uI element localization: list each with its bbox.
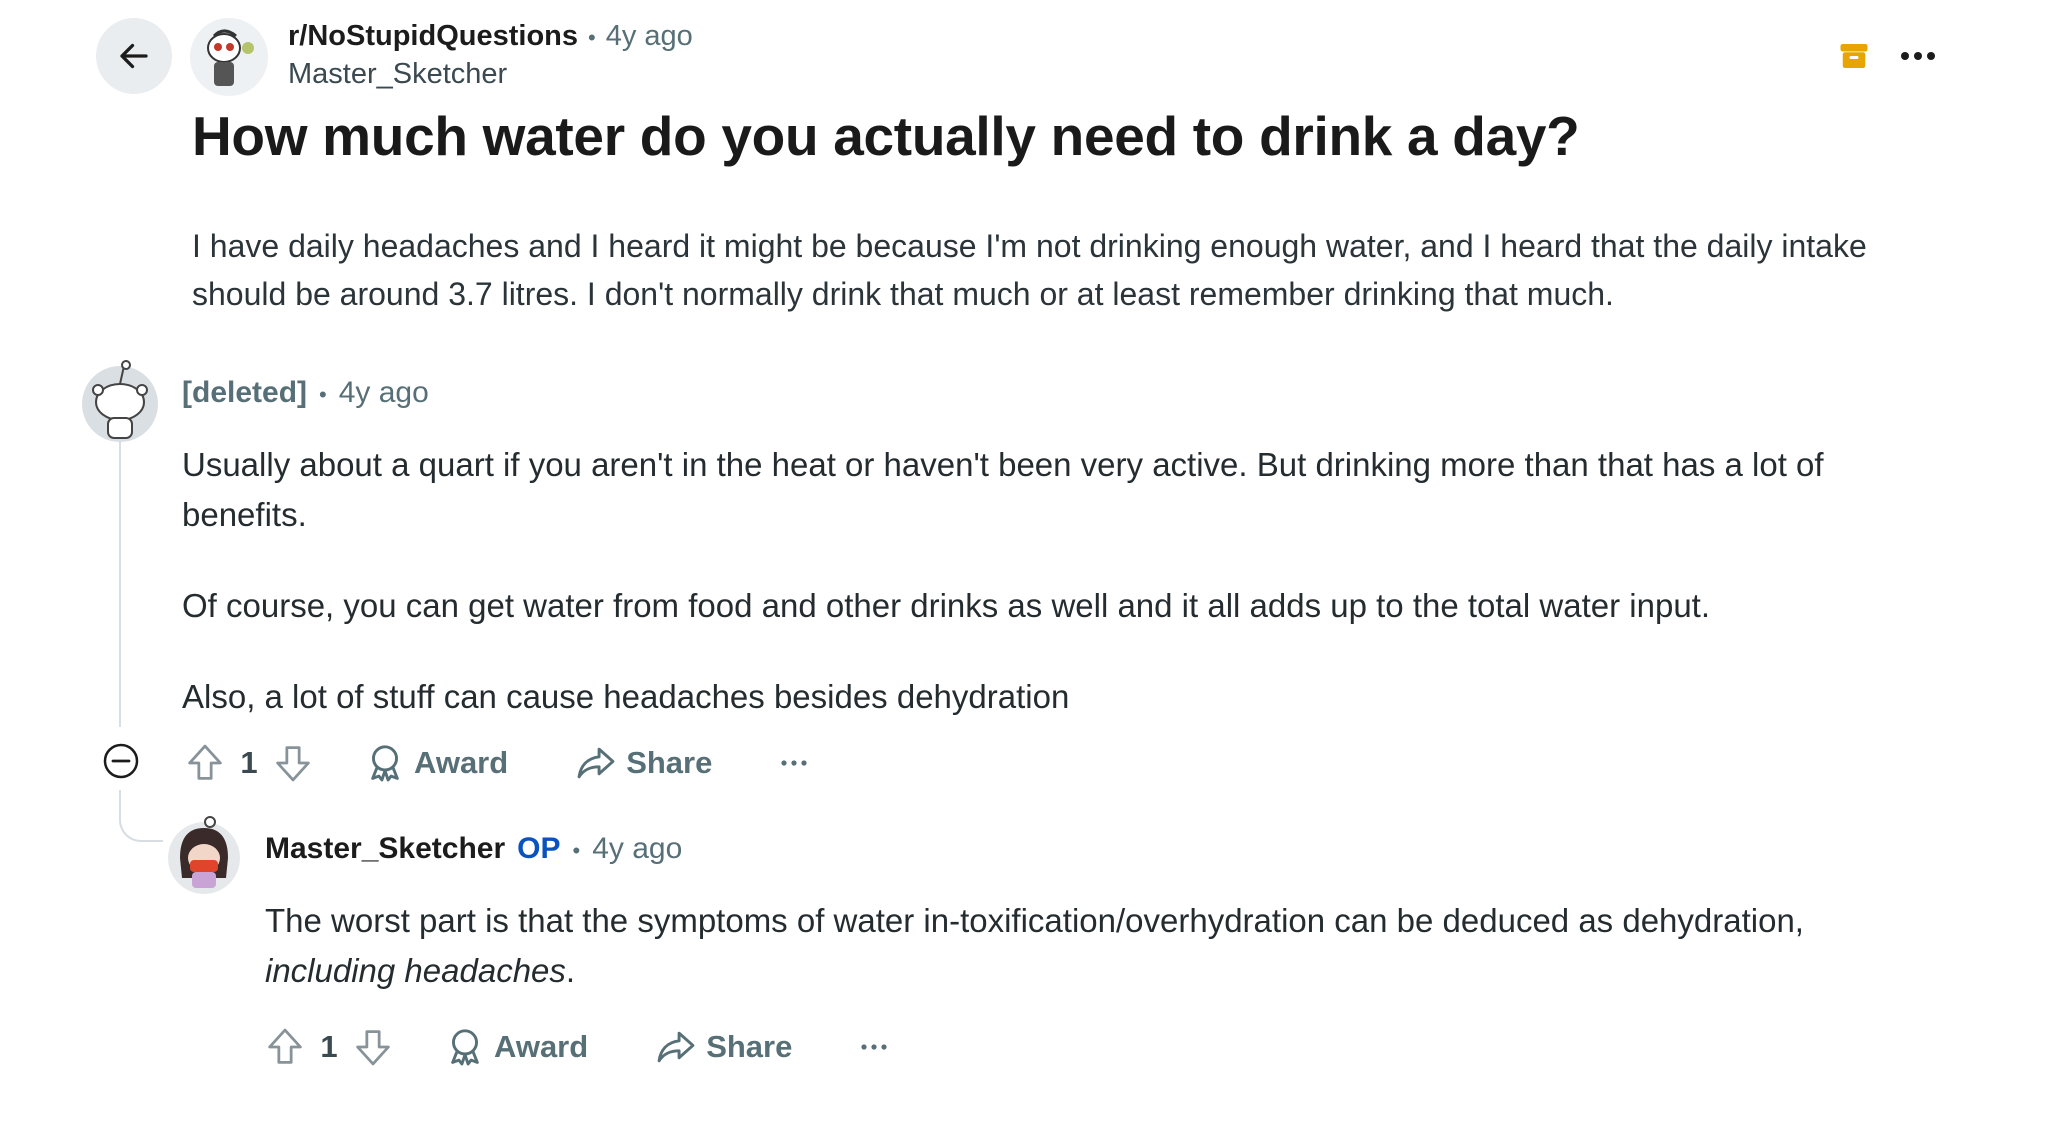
vote-score: 1 [320,1029,338,1064]
downvote-button[interactable] [352,1026,394,1068]
comment-paragraph: Of course, you can get water from food a… [182,587,1711,624]
collapse-thread-button[interactable] [102,742,140,780]
reply-actions: 1 Award Share [264,1022,888,1072]
more-options-button[interactable] [1894,36,1942,76]
more-options-icon [1901,52,1935,60]
reply-body: The worst part is that the symptoms of w… [265,896,1925,996]
subreddit-avatar[interactable] [190,18,268,96]
meta-separator: • [319,382,327,407]
more-options-icon [781,760,807,766]
award-label: Award [414,745,509,780]
share-label: Share [626,745,713,780]
reply-author[interactable]: Master_Sketcher [265,832,505,866]
reply-avatar[interactable] [164,814,244,894]
share-icon [657,1031,695,1063]
reply-thread-connector [119,790,163,842]
reply-italic-text: including headaches [265,952,566,989]
post-age: 4y ago [605,20,693,52]
upvote-icon [188,744,222,780]
archive-icon-svg [1840,44,1868,68]
reply-text-end: . [565,952,576,989]
back-arrow-icon [120,43,148,69]
upvote-button[interactable] [264,1026,306,1068]
archive-icon[interactable] [1836,38,1872,74]
user-avatar-image [168,816,240,894]
vote-score: 1 [240,745,258,780]
collapse-minus-icon [103,743,139,779]
award-icon [451,1029,479,1066]
subreddit-line: r/NoStupidQuestions • 4y ago [288,20,693,53]
post-title: How much water do you actually need to d… [192,105,1580,167]
upvote-icon [268,1028,302,1064]
downvote-icon [276,746,310,782]
comment-header: [deleted] • 4y ago [182,376,429,410]
subreddit-name[interactable]: r/NoStupidQuestions [288,20,578,53]
share-label: Share [706,1029,793,1064]
comment-more-button[interactable] [780,759,808,767]
downvote-button[interactable] [272,742,314,784]
reply-text: The worst part is that the symptoms of w… [265,902,1804,939]
comment-author[interactable]: [deleted] [182,376,307,410]
subreddit-avatar-image [190,18,268,96]
more-options-icon [861,1044,887,1050]
reply-age: 4y ago [592,832,683,865]
post-body: I have daily headaches and I heard it mi… [192,228,1867,312]
meta-separator: • [588,25,596,50]
share-button[interactable]: Share [576,744,712,782]
meta-separator: • [572,838,581,863]
back-button[interactable] [96,18,172,94]
reply-more-button[interactable] [860,1043,888,1051]
post-author[interactable]: Master_Sketcher [288,58,507,91]
comment-actions: 1 Award Share [184,738,808,788]
award-label: Award [494,1029,589,1064]
downvote-icon [356,1030,390,1066]
upvote-button[interactable] [184,742,226,784]
award-button[interactable]: Award [446,1027,588,1067]
share-icon [577,747,615,779]
comment-body: Usually about a quart if you aren't in t… [182,440,1922,763]
comment-avatar[interactable] [78,358,162,442]
award-icon [371,745,399,782]
comment-paragraph: Also, a lot of stuff can cause headaches… [182,678,1070,715]
deleted-user-avatar-icon [82,360,158,442]
share-button[interactable]: Share [656,1028,792,1066]
comment-age: 4y ago [338,376,429,409]
thread-line[interactable] [119,442,121,727]
reply-header: Master_Sketcher OP • 4y ago [265,832,682,866]
award-button[interactable]: Award [366,743,508,783]
op-badge: OP [517,832,561,865]
comment-paragraph: Usually about a quart if you aren't in t… [182,446,1824,533]
